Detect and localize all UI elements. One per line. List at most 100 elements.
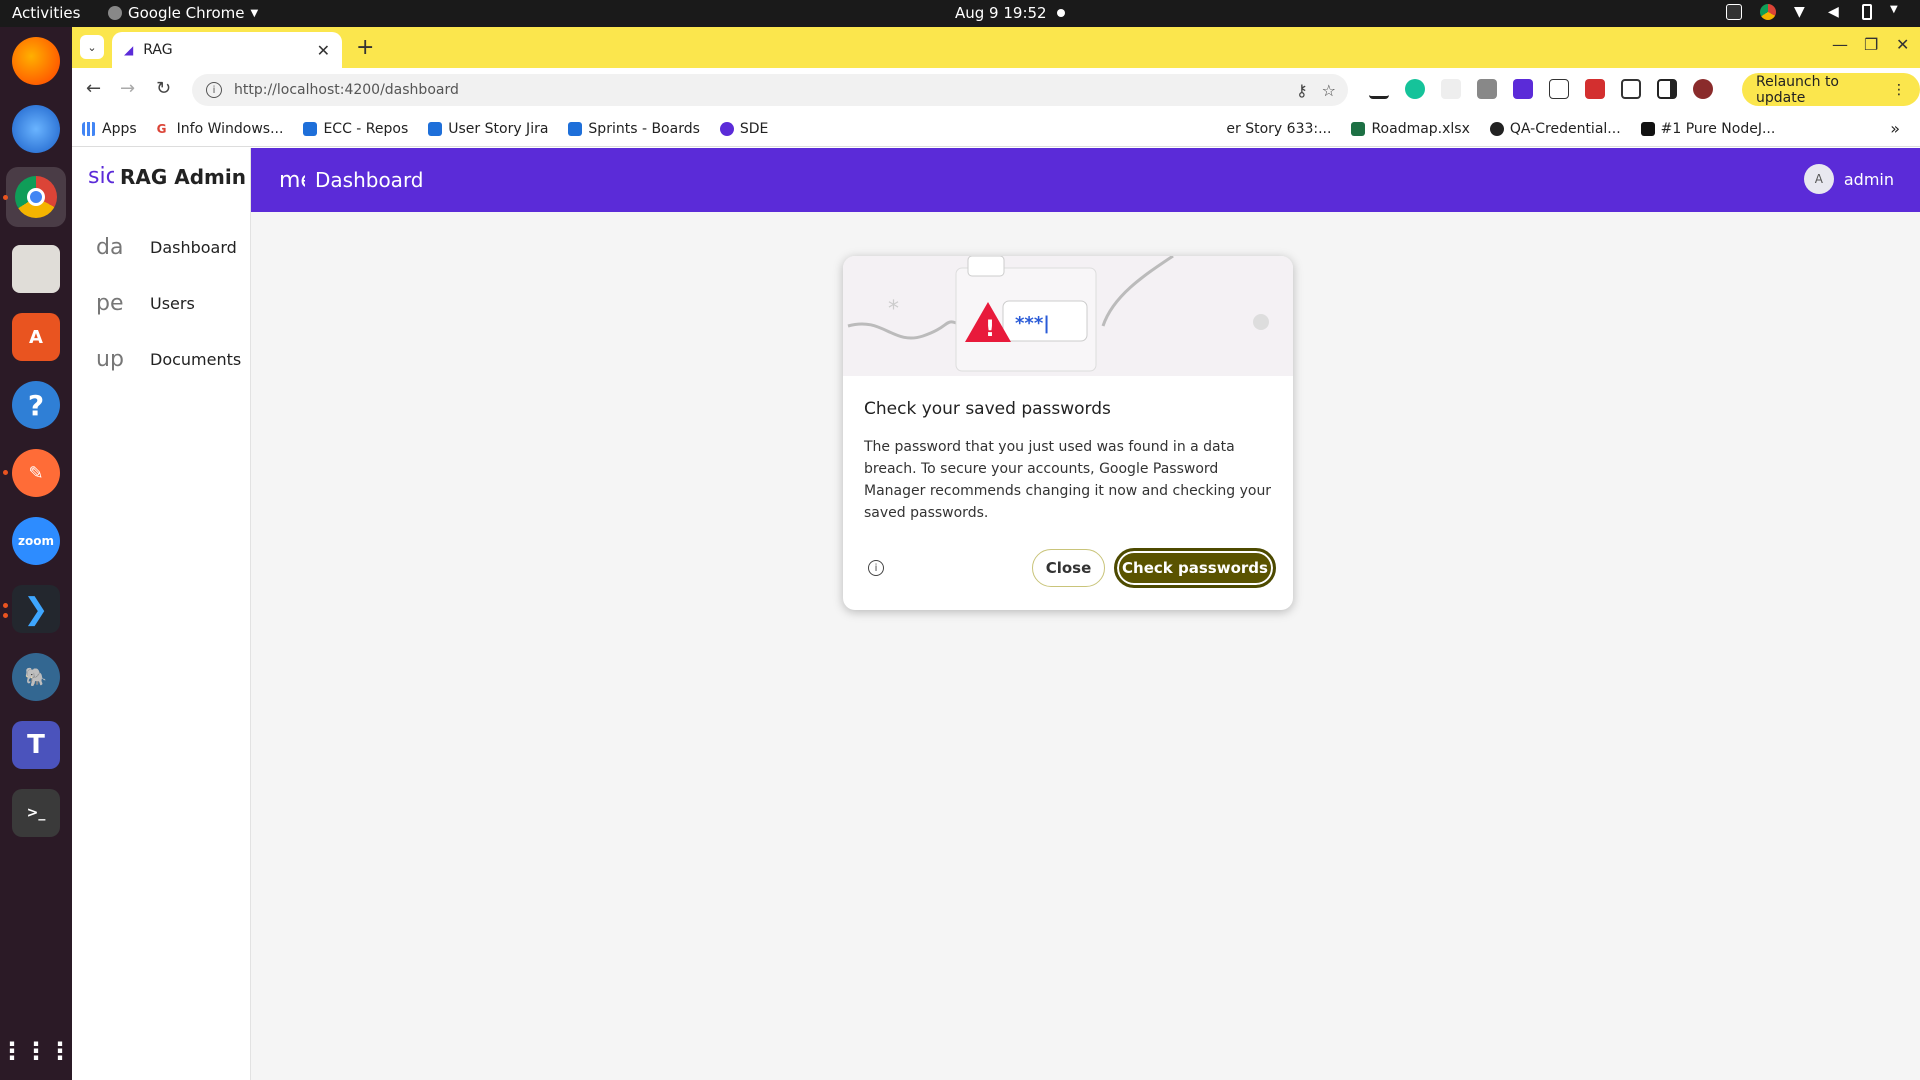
help-icon[interactable]: ?	[12, 381, 60, 429]
azure-devops-icon	[303, 121, 318, 136]
thunderbird-icon[interactable]	[12, 105, 60, 153]
side-panel-icon[interactable]	[1657, 79, 1677, 99]
password-key-icon[interactable]: ⚷	[1296, 81, 1308, 100]
tab-close-icon[interactable]: ✕	[317, 41, 330, 60]
bookmark-label: Apps	[102, 120, 137, 137]
bookmarks-overflow-icon[interactable]: »	[1890, 119, 1900, 138]
sidebar-item-documents[interactable]: up Documents	[72, 335, 251, 383]
bookmark-sde[interactable]: SDE	[719, 121, 768, 137]
pgadmin-icon[interactable]: 🐘	[12, 653, 60, 701]
tab-strip: ⌄ ◢ RAG ✕ + — ❐ ✕	[72, 27, 1920, 68]
user-menu[interactable]: A admin	[1803, 164, 1894, 194]
extensions-bar	[1369, 79, 1713, 99]
dashboard-icon: da	[96, 234, 124, 260]
json-extension-icon[interactable]	[1549, 79, 1569, 99]
zoom-icon[interactable]: zoom	[12, 517, 60, 565]
running-indicator	[3, 603, 8, 608]
tab-rag[interactable]: ◢ RAG ✕	[112, 32, 342, 68]
firefox-icon[interactable]	[12, 37, 60, 85]
address-bar[interactable]: i http://localhost:4200/dashboard ⚷ ☆	[192, 74, 1348, 106]
brand-icon: sic	[88, 164, 114, 189]
site-info-icon[interactable]: i	[206, 82, 222, 98]
dock: A ? ✎ zoom ❯ 🐘 T >_ ⋮⋮⋮	[0, 27, 72, 1080]
sidenav: sic RAG Admin da Dashboard pe Users up D…	[72, 148, 251, 1080]
check-passwords-button[interactable]: Check passwords	[1114, 548, 1276, 588]
new-tab-button[interactable]: +	[356, 35, 374, 60]
back-button[interactable]: ←	[86, 78, 101, 99]
postman-icon[interactable]: ✎	[12, 449, 60, 497]
sidebar-item-label: Users	[150, 293, 195, 313]
menu-icon[interactable]: me	[279, 168, 305, 193]
bookmark-user-story-jira[interactable]: User Story Jira	[428, 121, 548, 137]
bookmark-user-story-633[interactable]: er Story 633:...	[1226, 121, 1331, 137]
forward-button[interactable]: →	[120, 78, 135, 99]
clock[interactable]: Aug 9 19:52	[955, 4, 1065, 22]
upload-icon: up	[96, 346, 124, 372]
bookmark-label: #1 Pure NodeJ...	[1660, 120, 1776, 137]
bookmark-qa-credential[interactable]: QA-Credential...	[1489, 121, 1621, 137]
vscode-icon[interactable]: ❯	[12, 585, 60, 633]
bookmark-ecc-repos[interactable]: ECC - Repos	[303, 121, 408, 137]
maximize-button[interactable]: ❐	[1864, 35, 1878, 54]
bookmark-label: ECC - Repos	[323, 120, 409, 137]
brand: sic RAG Admin	[88, 164, 246, 189]
teams-icon[interactable]: T	[12, 721, 60, 769]
minimize-button[interactable]: —	[1832, 35, 1848, 54]
running-indicator	[3, 470, 8, 475]
relaunch-button[interactable]: Relaunch to update ⋮	[1742, 73, 1920, 106]
dialog-heading: Check your saved passwords	[864, 399, 1111, 419]
bookmark-sprints-boards[interactable]: Sprints - Boards	[568, 121, 700, 137]
sidebar-item-users[interactable]: pe Users	[72, 279, 251, 327]
sde-icon	[719, 121, 734, 136]
bookmark-pure-nodejs[interactable]: #1 Pure NodeJ...	[1640, 120, 1776, 137]
app-menu[interactable]: Google Chrome ▼	[108, 4, 258, 22]
page-title: Dashboard	[315, 168, 424, 192]
eyedropper-extension-icon[interactable]	[1369, 79, 1389, 99]
reload-button[interactable]: ↻	[156, 78, 171, 99]
browser-toolbar: ← → ↻ i http://localhost:4200/dashboard …	[72, 68, 1920, 111]
screenshot-extension-icon[interactable]	[1477, 79, 1497, 99]
sidebar-item-dashboard[interactable]: da Dashboard	[72, 223, 251, 271]
bookmark-label: Roadmap.xlsx	[1371, 120, 1470, 137]
svg-text:!: !	[985, 317, 995, 342]
close-button[interactable]: Close	[1032, 549, 1105, 587]
bookmark-roadmap[interactable]: Roadmap.xlsx	[1351, 120, 1470, 137]
grammarly-extension-icon[interactable]	[1405, 79, 1425, 99]
people-icon: pe	[96, 290, 124, 316]
bookmark-star-icon[interactable]: ☆	[1322, 81, 1336, 100]
bookmark-label: er Story 633:...	[1226, 120, 1332, 137]
relaunch-label: Relaunch to update	[1756, 73, 1840, 106]
kebab-menu-icon: ⋮	[1892, 81, 1906, 98]
notification-dot-icon	[1056, 9, 1065, 17]
azure-devops-icon	[568, 121, 583, 136]
files-icon[interactable]	[12, 245, 60, 293]
red-extension-icon[interactable]	[1585, 79, 1605, 99]
system-top-bar: Activities Google Chrome ▼ Aug 9 19:52 ▼…	[0, 0, 1920, 27]
info-icon[interactable]: i	[868, 560, 884, 576]
software-center-icon[interactable]: A	[12, 313, 60, 361]
close-window-button[interactable]: ✕	[1896, 35, 1909, 54]
password-breach-dialog: * ! ***| Check your saved passwords The …	[843, 256, 1293, 610]
running-indicator	[3, 613, 8, 618]
caret-down-icon: ▼	[250, 7, 259, 19]
rag-admin-app: sic RAG Admin da Dashboard pe Users up D…	[72, 148, 1920, 1080]
show-apps-icon[interactable]: ⋮⋮⋮	[0, 1027, 72, 1075]
chrome-small-icon	[108, 6, 122, 20]
clock-label: Aug 9 19:52	[955, 4, 1047, 22]
bookmark-apps[interactable]: Apps	[82, 121, 137, 137]
blank-extension-icon[interactable]	[1441, 79, 1461, 99]
dev-icon	[1640, 121, 1655, 136]
system-tray[interactable]: ▼ ◀ ▼	[1726, 4, 1906, 20]
running-indicator	[3, 195, 8, 200]
profile-avatar-icon[interactable]	[1693, 79, 1713, 99]
graduation-extension-icon[interactable]	[1513, 79, 1533, 99]
apps-grid-icon	[82, 121, 96, 136]
terminal-icon[interactable]: >_	[12, 789, 60, 837]
extensions-puzzle-icon[interactable]	[1621, 79, 1641, 99]
activities-button[interactable]: Activities	[12, 4, 80, 22]
tab-title: RAG	[143, 42, 173, 58]
bookmark-info-windows[interactable]: G Info Windows...	[157, 121, 284, 137]
chrome-dock-icon[interactable]	[6, 167, 66, 227]
tab-search-button[interactable]: ⌄	[80, 35, 104, 59]
chrome-logo-icon	[15, 176, 57, 218]
